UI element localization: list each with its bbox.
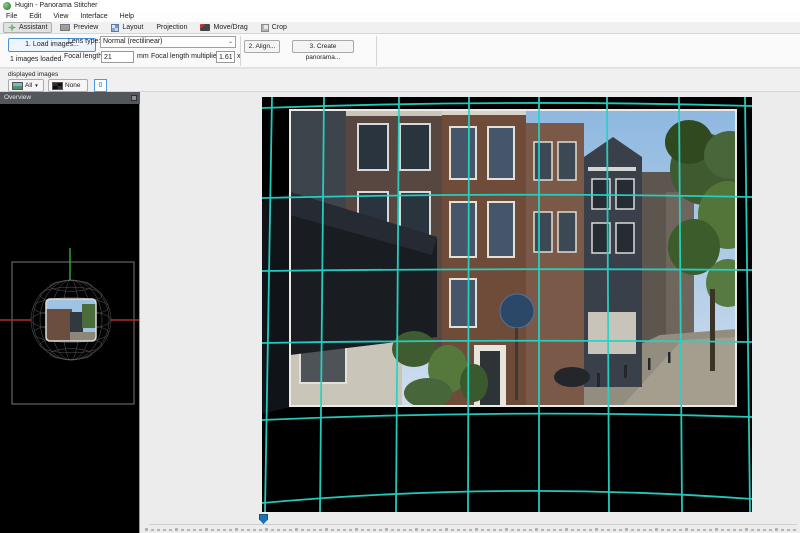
tab-move-drag-label: Move/Drag bbox=[213, 24, 247, 31]
photo-content bbox=[290, 110, 752, 408]
focal-multiplier-label: Focal length multiplier: bbox=[151, 53, 221, 60]
layout-icon bbox=[111, 24, 119, 32]
main-area: Overview bbox=[0, 92, 800, 533]
overview-sphere-graphic bbox=[0, 104, 139, 533]
displayed-images-label: displayed images bbox=[8, 71, 58, 78]
show-none-button[interactable]: None bbox=[48, 79, 88, 92]
crop-icon bbox=[261, 24, 269, 32]
sphere-image-thumbnail bbox=[46, 299, 96, 341]
assistant-panel: 1. Load images... 1 images loaded. Lens … bbox=[0, 34, 800, 68]
create-panorama-button[interactable]: 3. Create panorama... bbox=[292, 40, 354, 53]
all-label: All bbox=[25, 82, 32, 89]
focal-length-unit: mm bbox=[137, 53, 149, 60]
all-images-icon bbox=[12, 82, 23, 90]
window-titlebar: Hugin - Panorama Stitcher bbox=[0, 0, 800, 12]
overview-3d-view[interactable] bbox=[0, 104, 139, 533]
chevron-down-icon: ⌄ bbox=[228, 37, 233, 47]
tab-crop-label: Crop bbox=[272, 24, 287, 31]
overview-title: Overview bbox=[4, 94, 31, 101]
overview-panel: Overview bbox=[0, 92, 140, 533]
menu-help[interactable]: Help bbox=[114, 12, 140, 22]
tab-projection-label: Projection bbox=[156, 24, 187, 31]
assistant-icon bbox=[8, 24, 16, 32]
menubar: File Edit View Interface Help bbox=[0, 12, 800, 22]
menu-file[interactable]: File bbox=[0, 12, 23, 22]
pin-icon[interactable] bbox=[131, 95, 137, 101]
all-dropdown-arrow-icon: ▼ bbox=[34, 83, 38, 88]
toolbar-separator-2 bbox=[376, 36, 377, 66]
displayed-images-bar: displayed images All ▼ None 0 bbox=[0, 68, 800, 92]
preview-area bbox=[141, 92, 800, 533]
focal-multiplier-input[interactable] bbox=[216, 51, 235, 63]
mode-toolbar: Assistant Preview Layout Projection Move… bbox=[0, 22, 800, 34]
tab-layout-label: Layout bbox=[122, 24, 143, 31]
none-label: None bbox=[65, 82, 81, 89]
window-title: Hugin - Panorama Stitcher bbox=[15, 0, 97, 12]
tab-assistant[interactable]: Assistant bbox=[3, 22, 52, 33]
focal-length-label: Focal length: bbox=[64, 53, 104, 60]
menu-interface[interactable]: Interface bbox=[74, 12, 113, 22]
none-images-icon bbox=[52, 82, 63, 90]
overview-header: Overview bbox=[0, 92, 140, 104]
tab-preview-label: Preview bbox=[73, 24, 98, 31]
focal-length-input[interactable] bbox=[101, 51, 134, 63]
slider-ruler bbox=[145, 528, 800, 533]
photo-left-wedge bbox=[262, 194, 290, 414]
hugin-logo-icon bbox=[3, 2, 11, 10]
images-loaded-status: 1 images loaded. bbox=[10, 56, 63, 63]
lens-type-select[interactable]: Normal (rectilinear) ⌄ bbox=[100, 36, 236, 48]
image-0-toggle[interactable]: 0 bbox=[94, 79, 107, 92]
align-button[interactable]: 2. Align... bbox=[244, 40, 280, 53]
tab-layout[interactable]: Layout bbox=[106, 22, 148, 33]
lens-type-label: Lens type: bbox=[68, 38, 100, 45]
preview-icon bbox=[60, 24, 70, 31]
menu-edit[interactable]: Edit bbox=[23, 12, 47, 22]
lens-type-value: Normal (rectilinear) bbox=[103, 37, 163, 47]
tab-preview[interactable]: Preview bbox=[55, 22, 103, 33]
yaw-slider-track[interactable] bbox=[149, 524, 797, 525]
panorama-graphic bbox=[262, 97, 752, 512]
panorama-canvas[interactable] bbox=[262, 97, 752, 512]
tab-assistant-label: Assistant bbox=[19, 24, 47, 31]
toolbar-separator bbox=[240, 36, 241, 66]
move-drag-icon bbox=[200, 24, 210, 31]
tab-move-drag[interactable]: Move/Drag bbox=[195, 22, 252, 33]
menu-view[interactable]: View bbox=[47, 12, 74, 22]
tab-projection[interactable]: Projection bbox=[151, 22, 192, 33]
show-all-button[interactable]: All ▼ bbox=[8, 79, 44, 92]
yaw-slider-handle[interactable] bbox=[259, 514, 268, 524]
tab-crop[interactable]: Crop bbox=[256, 22, 292, 33]
